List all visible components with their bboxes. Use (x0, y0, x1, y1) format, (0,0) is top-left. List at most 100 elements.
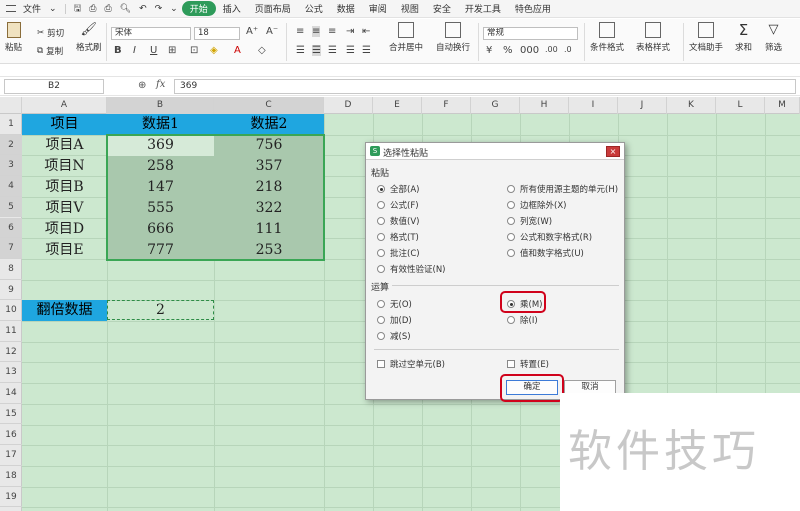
project-name-cell[interactable]: 项目D (22, 219, 107, 240)
radio-paste-all[interactable]: 全部(A) (377, 183, 419, 195)
column-header-i[interactable]: I (569, 97, 618, 114)
radio-paste-formulas-number-formats[interactable]: 公式和数字格式(R) (507, 231, 592, 243)
tab-developer[interactable]: 开发工具 (458, 2, 508, 15)
radio-paste-values-number-formats[interactable]: 值和数字格式(U) (507, 247, 584, 259)
row-header-7[interactable]: 7 (0, 238, 22, 259)
header-cell-data2[interactable]: 数据2 (214, 114, 324, 135)
column-header-l[interactable]: L (716, 97, 765, 114)
radio-paste-no-borders[interactable]: 边框除外(X) (507, 199, 566, 211)
checkbox-transpose[interactable]: 转置(E) (507, 358, 549, 370)
row-header-3[interactable]: 3 (0, 155, 22, 177)
border-icon[interactable]: ⊞ (168, 45, 176, 56)
more-icon[interactable]: ⌄ (166, 4, 182, 14)
row-header-17[interactable]: 17 (0, 445, 22, 466)
data2-cell[interactable]: 357 (214, 156, 324, 177)
radio-op-multiply[interactable]: 乘(M) (507, 298, 542, 310)
column-header-h[interactable]: H (520, 97, 569, 114)
row-header-11[interactable]: 11 (0, 321, 22, 342)
data2-cell[interactable]: 111 (214, 219, 324, 240)
data1-cell[interactable]: 555 (107, 198, 214, 219)
font-name-select[interactable]: 宋体 (111, 27, 191, 40)
tab-security[interactable]: 安全 (426, 2, 458, 15)
merge-center-button[interactable]: 合并居中 (389, 22, 423, 53)
radio-paste-values[interactable]: 数值(V) (377, 215, 419, 227)
hamburger-menu-icon[interactable] (6, 5, 16, 12)
clear-format-icon[interactable]: ◇ (258, 45, 266, 56)
row-header-1[interactable]: 1 (0, 114, 22, 135)
data1-cell[interactable]: 258 (107, 156, 214, 177)
column-header-m[interactable]: M (765, 97, 800, 114)
radio-paste-column-widths[interactable]: 列宽(W) (507, 215, 552, 227)
column-header-f[interactable]: F (422, 97, 471, 114)
distribute-icon[interactable]: ☰ (362, 45, 371, 56)
data2-cell[interactable]: 756 (214, 135, 324, 156)
outdent-icon[interactable]: ⇤ (362, 26, 370, 37)
justify-icon[interactable]: ☰ (346, 45, 355, 56)
increase-decimal-icon[interactable]: .00 (545, 45, 558, 54)
column-header-g[interactable]: G (471, 97, 520, 114)
format-painter-button[interactable]: 🖌︎ 格式刷 (76, 22, 102, 53)
font-color-icon[interactable]: A (234, 45, 241, 56)
radio-op-divide[interactable]: 除(I) (507, 314, 538, 326)
undo-icon[interactable]: ↶ (135, 4, 151, 14)
sum-button[interactable]: Σ 求和 (735, 22, 752, 53)
tab-formulas[interactable]: 公式 (298, 2, 330, 15)
decrease-decimal-icon[interactable]: .0 (564, 45, 572, 54)
column-header-j[interactable]: J (618, 97, 667, 114)
decrease-font-icon[interactable]: A⁻ (266, 26, 278, 37)
data1-cell[interactable]: 777 (107, 240, 214, 261)
copy-button[interactable]: ⧉ 复制 (37, 45, 63, 57)
number-format-select[interactable]: 常规 (483, 27, 578, 40)
row-header-5[interactable]: 5 (0, 196, 22, 218)
header-cell-data1[interactable]: 数据1 (107, 114, 214, 135)
align-center-icon[interactable]: ☰ (312, 45, 321, 56)
project-name-cell[interactable]: 项目E (22, 240, 107, 261)
filter-button[interactable]: ▽ 筛选 (765, 22, 782, 53)
project-name-cell[interactable]: 项目V (22, 198, 107, 219)
redo-icon[interactable]: ↷ (151, 4, 167, 14)
column-header-d[interactable]: D (324, 97, 373, 114)
tab-review[interactable]: 审阅 (362, 2, 394, 15)
project-name-cell[interactable]: 项目N (22, 156, 107, 177)
project-name-cell[interactable]: 项目B (22, 177, 107, 198)
export-pdf-icon[interactable]: ⎙ (85, 4, 100, 14)
align-right-icon[interactable]: ☰ (328, 45, 337, 56)
currency-icon[interactable]: ¥ (486, 45, 492, 56)
radio-op-subtract[interactable]: 减(S) (377, 330, 411, 342)
align-middle-icon[interactable]: ≡ (312, 26, 321, 37)
project-name-cell[interactable]: 项目A (22, 135, 107, 156)
radio-paste-comments[interactable]: 批注(C) (377, 247, 420, 259)
data1-cell[interactable]: 369 (107, 135, 214, 156)
column-header-c[interactable]: C (214, 97, 324, 114)
save-icon[interactable]: 🖫 (70, 1, 86, 17)
dialog-titlebar[interactable]: S 选择性粘贴 × (366, 143, 624, 160)
row-header-2[interactable]: 2 (0, 134, 22, 156)
conditional-format-button[interactable]: 条件格式 (590, 22, 624, 53)
column-header-b[interactable]: B (107, 97, 214, 114)
zoom-icon[interactable]: ⊕ (138, 80, 146, 91)
select-all-corner[interactable] (0, 97, 22, 114)
column-header-e[interactable]: E (373, 97, 422, 114)
print-icon[interactable]: ⎙ (100, 4, 115, 14)
data2-cell[interactable]: 218 (214, 177, 324, 198)
radio-paste-formulas[interactable]: 公式(F) (377, 199, 419, 211)
radio-paste-source-theme[interactable]: 所有使用源主题的单元(H) (507, 183, 618, 195)
align-bottom-icon[interactable]: ≡ (328, 26, 336, 37)
table-style-button[interactable]: 表格样式 (636, 22, 670, 53)
doc-helper-button[interactable]: 文档助手 (689, 22, 723, 53)
row-header-14[interactable]: 14 (0, 383, 22, 404)
merge-icon[interactable]: ⊡ (190, 45, 198, 56)
column-header-a[interactable]: A (22, 97, 107, 114)
header-cell-project[interactable]: 项目 (22, 114, 107, 135)
radio-paste-formats[interactable]: 格式(T) (377, 231, 419, 243)
row-header-15[interactable]: 15 (0, 404, 22, 425)
row-header-18[interactable]: 18 (0, 466, 22, 487)
percent-icon[interactable]: % (503, 45, 513, 56)
chevron-down-icon[interactable]: ⌄ (45, 4, 61, 14)
row-header-9[interactable]: 9 (0, 280, 22, 301)
data2-cell[interactable]: 253 (214, 240, 324, 261)
tab-home[interactable]: 开始 (181, 1, 216, 16)
row-header-6[interactable]: 6 (0, 217, 22, 239)
italic-icon[interactable]: I (133, 45, 136, 56)
cut-button[interactable]: ✂ 剪切 (37, 27, 64, 39)
